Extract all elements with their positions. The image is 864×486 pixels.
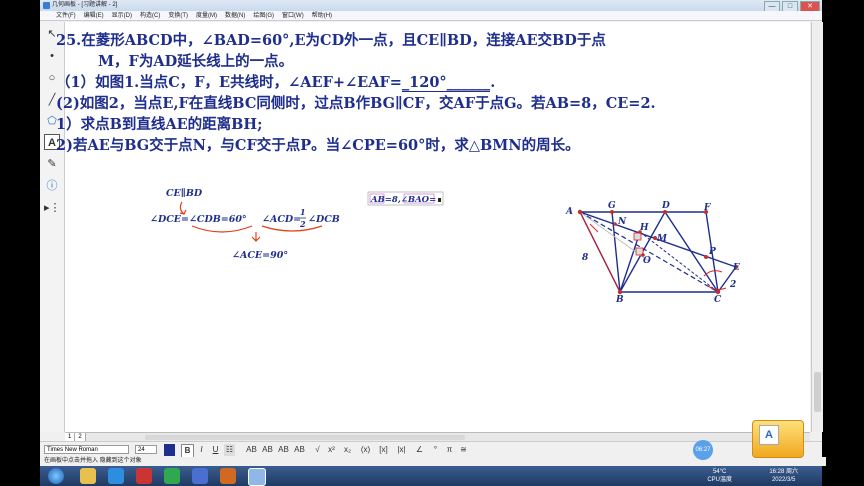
note-eq2-den: 2 bbox=[299, 219, 306, 229]
note-eq2-right: ∠DCB bbox=[308, 214, 340, 225]
app-taskbar-icon[interactable] bbox=[192, 468, 208, 484]
length-ab-label: 8 bbox=[582, 253, 589, 263]
point-n[interactable] bbox=[613, 222, 617, 226]
clock-date: 2022/3/5 bbox=[771, 477, 796, 483]
cpu-temp-value: 54°C bbox=[712, 469, 727, 475]
label-f: F bbox=[703, 203, 711, 213]
office-taskbar-icon[interactable] bbox=[220, 468, 236, 484]
point-a[interactable] bbox=[577, 209, 583, 215]
cpu-temperature: 54°C CPU温度 bbox=[707, 468, 732, 484]
note-bracket-right bbox=[261, 225, 323, 232]
label-b: B bbox=[615, 295, 624, 305]
explorer-taskbar-icon[interactable] bbox=[80, 468, 96, 484]
rhombus-abcd bbox=[578, 211, 720, 293]
point-b[interactable] bbox=[617, 289, 623, 295]
text-cursor bbox=[438, 198, 441, 202]
sketch-drawing: CE∥BD ∠DCE=∠CDB=60° ∠ACD= 1 2 ∠DCB ∠ACE=… bbox=[150, 188, 740, 305]
player-taskbar-icon[interactable] bbox=[164, 468, 180, 484]
label-m: M bbox=[656, 234, 668, 244]
system-clock[interactable]: 16:28 周六 2022/3/5 bbox=[769, 468, 798, 484]
label-a: A bbox=[565, 207, 573, 217]
tick-mark bbox=[589, 223, 599, 233]
right-angle-mark-h bbox=[633, 232, 642, 241]
note-parallel: CE∥BD bbox=[166, 188, 203, 199]
note-arrow-1 bbox=[179, 201, 185, 215]
measure-text: AB=8,∠BAO= bbox=[370, 195, 436, 205]
note-arrow-2 bbox=[251, 232, 261, 242]
video-time-badge: 06:27 bbox=[693, 440, 713, 460]
start-button-icon[interactable] bbox=[48, 468, 64, 484]
dashed-helper bbox=[639, 231, 719, 293]
widget-a-icon: A bbox=[759, 425, 779, 445]
point-c[interactable] bbox=[715, 289, 721, 295]
taskbar: 54°C CPU温度 16:28 周六 2022/3/5 bbox=[40, 466, 822, 486]
length-ce-label: 2 bbox=[729, 280, 736, 290]
label-p: P bbox=[708, 247, 716, 257]
label-h: H bbox=[639, 223, 649, 233]
label-e: E bbox=[732, 263, 740, 273]
label-d: D bbox=[661, 201, 670, 211]
cpu-temp-label: CPU温度 bbox=[707, 477, 732, 483]
clock-time: 16:28 周六 bbox=[769, 469, 798, 475]
note-eq3: ∠ACE=90° bbox=[232, 250, 288, 261]
note-bracket-left bbox=[191, 225, 253, 233]
note-eq2-left: ∠ACD= bbox=[262, 214, 301, 225]
note-eq1: ∠DCE=∠CDB=60° bbox=[150, 214, 247, 225]
label-g: G bbox=[608, 201, 616, 211]
point-p[interactable] bbox=[704, 255, 708, 259]
label-o: O bbox=[643, 256, 651, 266]
media-taskbar-icon[interactable] bbox=[136, 468, 152, 484]
sketchpad-taskbar-icon[interactable] bbox=[248, 468, 266, 486]
browser-taskbar-icon[interactable] bbox=[108, 468, 124, 484]
floating-widget[interactable]: A bbox=[752, 420, 804, 458]
label-c: C bbox=[714, 295, 722, 305]
note-eq2-num: 1 bbox=[300, 207, 306, 217]
label-n: N bbox=[617, 217, 627, 227]
